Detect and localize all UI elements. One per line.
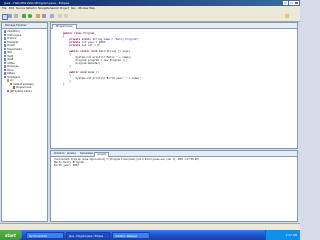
menu-help[interactable]: Help: [89, 7, 95, 10]
code-line: }: [63, 65, 71, 68]
forward-icon[interactable]: [64, 14, 68, 18]
tab-console[interactable]: Console: [94, 151, 110, 157]
tab-javadoc[interactable]: Javadoc: [65, 152, 78, 156]
debug-icon[interactable]: [22, 14, 26, 18]
code-line: private int val = 0;: [63, 44, 101, 47]
menu-edit[interactable]: Edit: [9, 7, 14, 10]
new-class-icon[interactable]: [36, 14, 40, 18]
taskbar: start My Documents Java - Program.java -…: [0, 230, 300, 240]
taskbar-item[interactable]: Untitled - Notepad: [112, 231, 150, 239]
console-tab-bar: Problems Javadoc Declaration Console: [51, 151, 297, 157]
menu-file[interactable]: File: [2, 7, 6, 10]
back-icon[interactable]: [58, 14, 62, 18]
editor-tab-bar: Program.java: [51, 23, 297, 29]
menu-project[interactable]: Project: [60, 7, 69, 10]
start-button[interactable]: start: [0, 230, 22, 240]
menu-window[interactable]: Window: [78, 7, 88, 10]
taskbar-item[interactable]: Java - Program.java - Eclipse: [66, 231, 110, 239]
close-button[interactable]: [294, 1, 299, 5]
taskbar-item[interactable]: My Documents: [26, 231, 64, 239]
menu-search[interactable]: Search: [50, 7, 59, 10]
menu-run[interactable]: Run: [71, 7, 76, 10]
system-tray: 1:27 AM: [265, 230, 300, 240]
minimize-button[interactable]: [283, 1, 288, 5]
code-line: public class Program: [63, 32, 95, 35]
console-output-line: Birth year: 2007: [54, 164, 79, 168]
save-icon[interactable]: [8, 14, 12, 18]
code-line: public static void main(String [] args): [63, 50, 131, 53]
tree-item[interactable]: JRE System Library: [7, 90, 32, 93]
package-explorer: Package Explorer HelloWorld Firstnonjava…: [1, 22, 48, 222]
run-icon[interactable]: [28, 14, 32, 18]
editor-tab-program[interactable]: Program.java: [52, 23, 77, 29]
window-title: Java - HelloWorld/src/Program.java - Ecl…: [4, 0, 70, 5]
open-type-icon[interactable]: [42, 14, 46, 18]
package-explorer-label: Package Explorer: [5, 23, 27, 27]
code-line: System.out.println("Birth year: " + name…: [63, 77, 142, 80]
menu-navigate[interactable]: Navigate: [38, 7, 50, 10]
clock: 1:27 AM: [285, 233, 298, 237]
search-icon[interactable]: [50, 14, 54, 18]
console-view: Problems Javadoc Declaration Console <te…: [50, 150, 298, 222]
menu-source[interactable]: Source: [16, 7, 25, 10]
code-editor[interactable]: Program.java public class Program { priv…: [50, 22, 298, 149]
package-explorer-tab[interactable]: Package Explorer: [2, 23, 47, 29]
menu-refactor[interactable]: Refactor: [26, 7, 37, 10]
tab-declaration[interactable]: Declaration: [78, 152, 95, 156]
maximize-button[interactable]: [288, 1, 294, 5]
code-line: }: [63, 83, 65, 86]
toolbar: [0, 12, 300, 22]
print-icon[interactable]: [14, 14, 18, 18]
java-perspective-icon[interactable]: [285, 14, 289, 18]
